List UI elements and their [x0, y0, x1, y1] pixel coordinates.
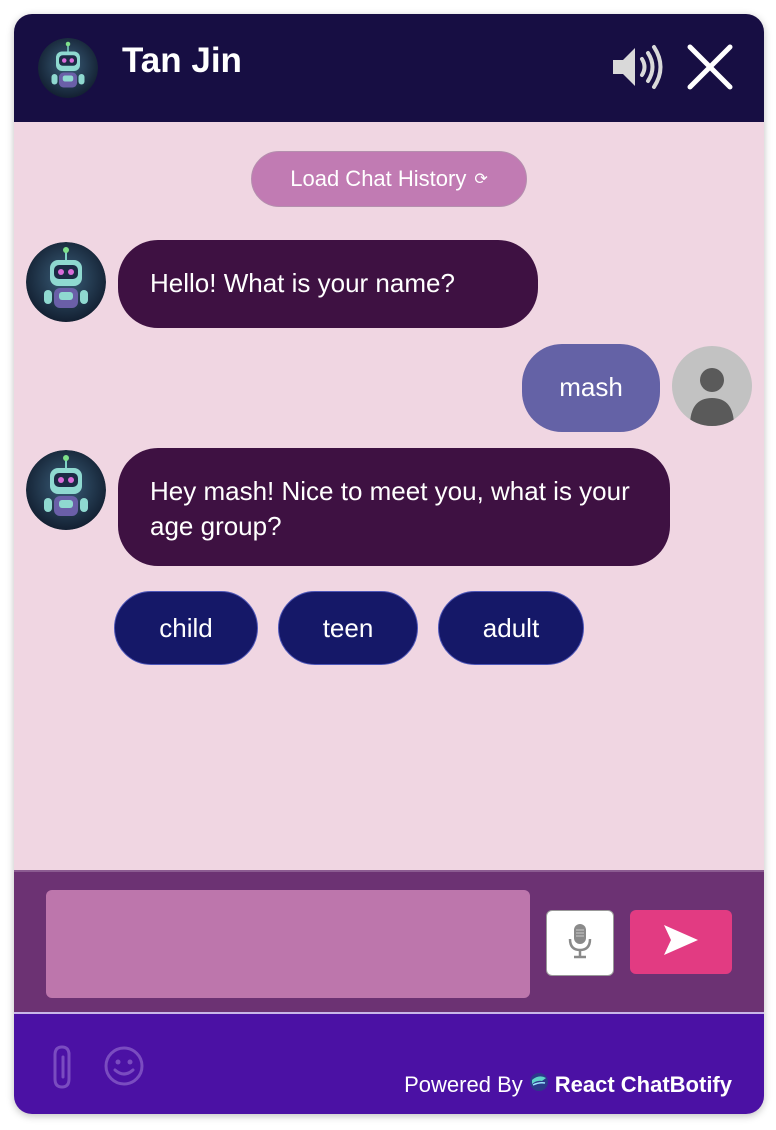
chat-footer: Powered By React ChatBotify — [14, 1012, 764, 1114]
bot-name-title: Tan Jin — [122, 41, 242, 80]
option-adult-button[interactable]: adult — [438, 591, 584, 665]
voice-input-button[interactable] — [546, 910, 614, 976]
chat-header: Tan Jin — [14, 14, 764, 122]
load-chat-history-button[interactable]: Load Chat History ⟳ — [251, 151, 527, 207]
emoji-picker-button[interactable] — [100, 1044, 148, 1092]
brand-name: React ChatBotify — [554, 1072, 732, 1097]
message-input[interactable] — [46, 890, 530, 998]
speaker-icon — [609, 43, 669, 96]
load-chat-history-label: Load Chat History — [290, 166, 467, 191]
bot-message-bubble: Hey mash! Nice to meet you, what is your… — [118, 448, 670, 566]
close-icon — [686, 43, 734, 96]
option-teen-button[interactable]: teen — [278, 591, 418, 665]
user-message-bubble: mash — [522, 344, 660, 432]
microphone-icon — [567, 922, 593, 965]
refresh-icon: ⟳ — [474, 171, 488, 188]
powered-by-label: Powered By — [404, 1072, 523, 1097]
attach-file-button[interactable] — [44, 1042, 84, 1098]
powered-by-link[interactable]: Powered By React ChatBotify — [404, 1072, 732, 1098]
audio-toggle-button[interactable] — [606, 42, 672, 96]
send-button[interactable] — [630, 910, 732, 974]
chat-input-area — [14, 870, 764, 1012]
user-avatar-icon — [672, 346, 752, 426]
bot-message-bubble: Hello! What is your name? — [118, 240, 538, 328]
smiley-icon — [103, 1045, 145, 1092]
chatbotify-logo-icon — [529, 1072, 549, 1098]
option-child-button[interactable]: child — [114, 591, 258, 665]
paperclip-icon — [49, 1043, 79, 1098]
robot-avatar-icon — [26, 450, 106, 530]
chat-widget: Tan Jin Load Chat History ⟳ Hello! What … — [14, 14, 764, 1114]
chat-messages-area[interactable]: Load Chat History ⟳ Hello! What is your … — [14, 122, 764, 870]
send-icon — [662, 923, 700, 962]
close-button[interactable] — [682, 42, 738, 96]
robot-avatar-icon — [38, 38, 98, 98]
robot-avatar-icon — [26, 242, 106, 322]
